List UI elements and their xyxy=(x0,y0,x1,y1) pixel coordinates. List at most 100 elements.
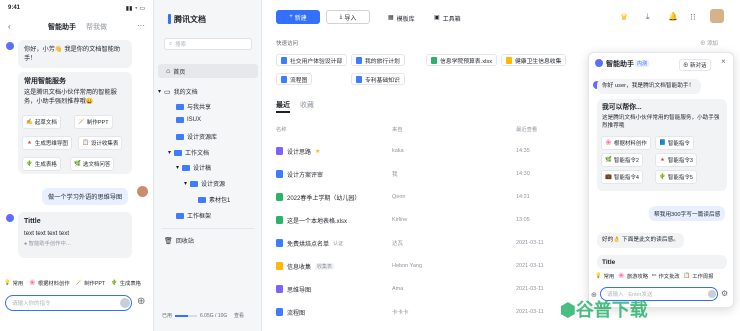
mobile-assistant-screen: 9:41 ▮▮ ◔ ▭ ‹ 智能助手 帮我做 ··· 你好，小芳👋 我是你的文档… xyxy=(0,0,154,331)
quick-item[interactable]: 我的旅行计划 xyxy=(351,54,405,66)
file-icon xyxy=(276,308,283,316)
search-icon: ⌕ xyxy=(169,40,173,47)
chip-common[interactable]: 💡 常用 xyxy=(595,272,614,280)
quick-item[interactable]: 流程图 xyxy=(276,73,313,85)
service-make-ppt[interactable]: 🪄 制作PPT xyxy=(74,115,113,129)
chip-common[interactable]: 💡 常用 xyxy=(4,279,23,287)
leaf-icon: 🌿 xyxy=(74,161,81,167)
panel-service-cmd5[interactable]: 🌵 智能指令5 xyxy=(655,170,697,184)
form-icon: 📋 xyxy=(82,140,89,146)
panel-help-desc: 这是腾讯文档小伙伴常用的智能服务，小助手强烈推荐哦 xyxy=(602,115,720,129)
grid-icon[interactable]: ⁝⁝ xyxy=(690,12,696,23)
sidebar-item-home[interactable]: ⌂ 首页 xyxy=(166,67,185,76)
toolbox-icon: ▣ xyxy=(434,15,440,21)
chip-travel[interactable]: 🌸 旅游攻略 xyxy=(618,272,648,280)
tab-recent[interactable]: 最近 xyxy=(276,100,290,110)
folder-icon xyxy=(190,180,199,187)
more-icon[interactable]: ··· xyxy=(137,21,145,30)
chip-essay[interactable]: ✏ 作文批改 xyxy=(652,272,680,280)
chip-weekly[interactable]: 📋 工作周报 xyxy=(684,272,714,280)
tab-underline xyxy=(276,111,290,113)
cactus-icon: 🌵 xyxy=(659,174,666,180)
sidebar-item-framework[interactable]: 工作框架 xyxy=(176,211,211,220)
table-row[interactable]: 信息收集 收集表 Hebon Yang 2021-03-11 xyxy=(276,256,566,276)
panel-service-material[interactable]: 🌸 根据材料创作 xyxy=(601,136,651,150)
sidebar-item-design-res[interactable]: ▾ 设计资源 xyxy=(184,179,225,188)
sidebar-item-trash[interactable]: 🗑 回收站 xyxy=(164,236,194,246)
chevron-down-icon: ▾ xyxy=(184,181,188,187)
panel-service-cmd1[interactable]: 📘 智能指令 xyxy=(655,136,694,150)
table-row[interactable]: 免费烘焙点名单 认证 达瓦 2021-03-11 xyxy=(276,233,566,253)
assistant-logo-icon xyxy=(595,59,603,67)
service-mindmap[interactable]: 🔺 生成思维导图 xyxy=(22,136,72,150)
file-icon xyxy=(276,285,283,293)
send-icon[interactable] xyxy=(120,298,130,308)
file-icon xyxy=(276,262,283,270)
app-title: 腾讯文档 xyxy=(174,15,206,24)
import-button[interactable]: ⤓ 导入 xyxy=(326,10,370,24)
tab-help-me-do[interactable]: 帮我做 xyxy=(86,22,107,32)
sidebar-item-design-lib[interactable]: 设计资源库 xyxy=(176,132,217,141)
service-form[interactable]: 📋 设计收集表 xyxy=(78,136,123,150)
avatar[interactable] xyxy=(710,9,724,23)
row-tag: 收集表 xyxy=(315,262,335,270)
panel-service-cmd2[interactable]: 🌿 智能指令2 xyxy=(601,153,643,167)
panel-service-cmd3[interactable]: 🔺 智能指令3 xyxy=(655,153,697,167)
bell-icon[interactable]: 🔔 xyxy=(668,12,678,21)
pen-icon: ✍ xyxy=(26,119,33,125)
storage-upgrade-link[interactable]: 查看 xyxy=(234,312,244,319)
chevron-down-icon: ▾ xyxy=(158,89,162,95)
download-icon[interactable]: ⤓ xyxy=(646,12,650,22)
doc-icon xyxy=(356,75,362,83)
chevron-down-icon: ▾ xyxy=(168,150,172,156)
send-icon[interactable] xyxy=(708,290,716,298)
sheet-icon xyxy=(431,56,437,64)
settings-icon[interactable]: ⚙ xyxy=(721,289,728,298)
table-row[interactable]: 2022春季上学期（幼儿园） Qeon 14:21 xyxy=(276,187,566,207)
tab-favorites[interactable]: 收藏 xyxy=(300,100,314,110)
table-row[interactable]: 设计思路 ★ kaka 14:35 xyxy=(276,141,566,161)
table-row[interactable]: 思维导图 Ama 2021-03-11 xyxy=(276,279,566,299)
magic-icon: 🪄 xyxy=(78,119,85,125)
close-icon[interactable]: × xyxy=(721,57,726,66)
quick-item[interactable]: 专利基础知识 xyxy=(351,73,405,85)
table-row[interactable]: 这是一个本地表格.xlsx Kirline 13:05 xyxy=(276,210,566,230)
sidebar-item-isux[interactable]: ISUX xyxy=(176,117,201,123)
back-icon[interactable]: ‹ xyxy=(8,22,11,31)
chip-ppt[interactable]: 🪄 制作PPT xyxy=(76,279,106,287)
vip-icon[interactable]: ♛ xyxy=(620,12,628,23)
user-avatar xyxy=(137,186,148,197)
chip-sheet[interactable]: 🌵 生成表格 xyxy=(111,279,141,287)
watermark-logo: ⬢谷普下载 xyxy=(560,300,648,320)
tab-assistant[interactable]: 智能助手 xyxy=(48,22,76,32)
new-chat-button[interactable]: ⊕ 新对话 xyxy=(679,59,711,71)
table-row[interactable]: 流程图 卡卡卡 2021-03-11 xyxy=(276,302,566,322)
sidebar-item-design-draft[interactable]: ▾ 设计稿 xyxy=(176,163,211,172)
service-sheet[interactable]: 🌵 生成表格 xyxy=(22,157,61,171)
service-doc-qa[interactable]: 🌿 选文档问答 xyxy=(70,157,115,171)
template-button[interactable]: ▦ 模板库 xyxy=(388,14,415,23)
phone-command-input[interactable]: 请输入你的指令 xyxy=(5,295,132,311)
toolbox-button[interactable]: ▣ 工具箱 xyxy=(434,14,461,23)
chip-material[interactable]: 🌸 根据材料创作 xyxy=(29,279,69,287)
service-draft-doc[interactable]: ✍ 起草文档 xyxy=(22,115,61,129)
sidebar-item-my-docs[interactable]: ▾ ▭ 我的文档 xyxy=(158,87,198,97)
add-quick-access[interactable]: ⊕ 添加 xyxy=(700,39,718,47)
storage-info: 已用 6.05G / 10G xyxy=(162,312,228,320)
panel-service-cmd4[interactable]: 💼 智能指令4 xyxy=(601,170,643,184)
search-input[interactable]: ⌕ 搜索 xyxy=(164,38,252,50)
panel-title: 智能助手 xyxy=(606,61,634,68)
file-icon xyxy=(276,239,283,247)
quick-item[interactable]: 信息学院预算表.xlsx xyxy=(426,54,498,66)
add-icon[interactable]: ⊕ xyxy=(137,296,145,307)
quick-item[interactable]: 社交用户体验设计部 xyxy=(276,54,348,66)
new-button[interactable]: + 新建 xyxy=(276,10,320,24)
table-row[interactable]: 设计方案评审 我 14:30 xyxy=(276,164,566,184)
status-icons: ▮▮ ◔ ▭ xyxy=(125,6,145,12)
quick-item[interactable]: 健康卫生信息收集 xyxy=(501,54,567,66)
assistant-panel: 智能助手 内测 ⊕ 新对话 × 你好 user，我是腾讯文档智能助手！ 我可以帮… xyxy=(588,52,734,308)
panel-reply: 好的👌 下面是此文的读后感。 xyxy=(597,233,684,248)
sidebar-item-work-docs[interactable]: ▾ 工作文档 xyxy=(168,148,209,157)
sidebar-item-assets[interactable]: 素材包1 xyxy=(198,195,230,204)
sidebar-item-shared[interactable]: 与我共享 xyxy=(176,102,211,111)
